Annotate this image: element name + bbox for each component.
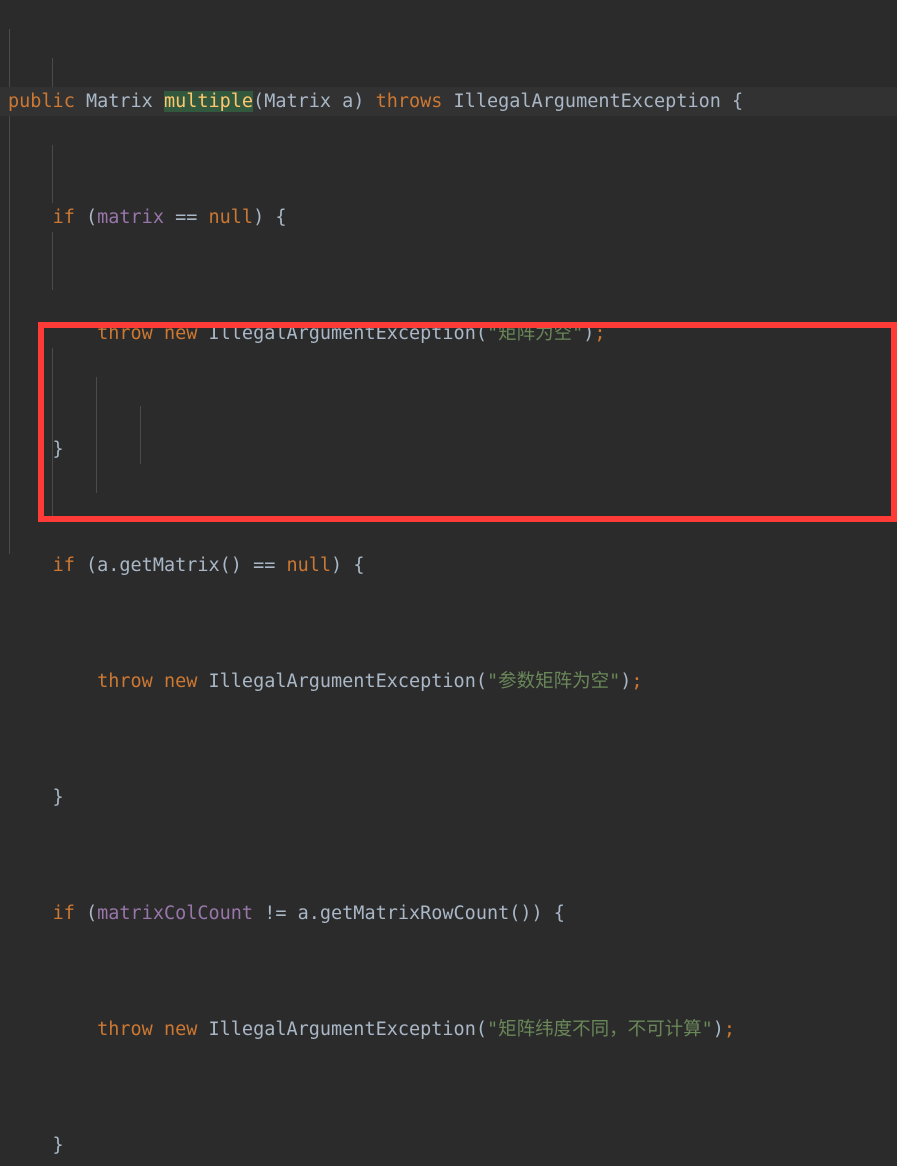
string-literal-1: 矩阵为空 (498, 323, 573, 344)
code-line-1[interactable]: public Matrix multiple(Matrix a) throws … (0, 87, 897, 116)
code-line-2[interactable]: if (matrix == null) { (0, 203, 897, 232)
code-lines[interactable]: public Matrix multiple(Matrix a) throws … (0, 0, 897, 1156)
code-line-6[interactable]: throw new IllegalArgumentException("参数矩阵… (0, 667, 897, 696)
method-name-highlight[interactable]: multiple (163, 91, 254, 112)
string-literal-2: 参数矩阵为空 (498, 671, 610, 692)
code-line-4[interactable]: } (0, 435, 897, 464)
string-literal-3: 矩阵纬度不同，不可计算 (498, 1019, 702, 1040)
code-line-9[interactable]: throw new IllegalArgumentException("矩阵纬度… (0, 1015, 897, 1044)
code-line-5[interactable]: if (a.getMatrix() == null) { (0, 551, 897, 580)
code-line-7[interactable]: } (0, 783, 897, 812)
code-line-10[interactable]: } (0, 1131, 897, 1160)
code-editor[interactable]: public Matrix multiple(Matrix a) throws … (0, 0, 897, 1156)
code-line-8[interactable]: if (matrixColCount != a.getMatrixRowCoun… (0, 899, 897, 928)
code-line-3[interactable]: throw new IllegalArgumentException("矩阵为空… (0, 319, 897, 348)
